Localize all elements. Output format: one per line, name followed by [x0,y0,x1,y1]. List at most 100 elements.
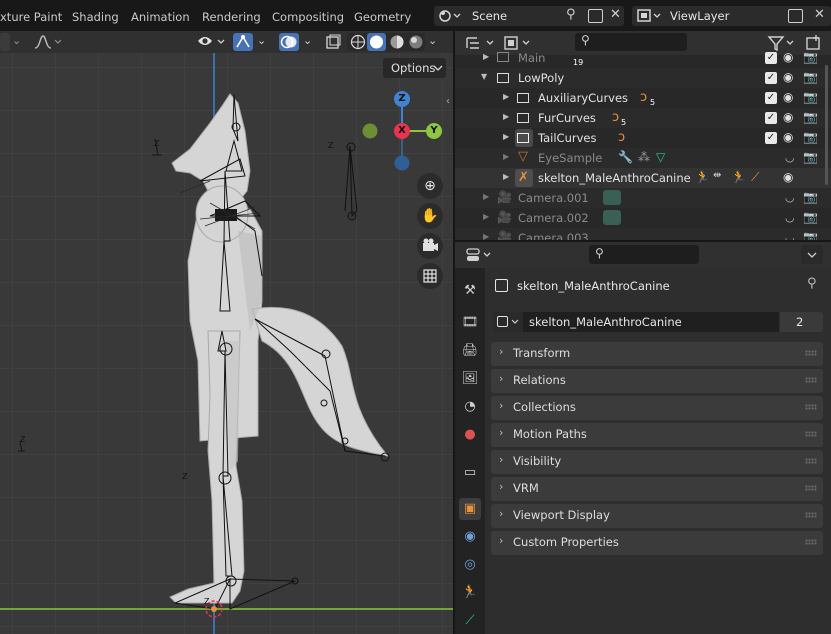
camera-icon[interactable]: 📷 [803,50,818,64]
object-datablock-selector[interactable]: skelton_MaleAnthroCanine 2 [493,312,823,332]
panel-custom-properties[interactable]: › Custom Properties [491,531,823,555]
expand-icon[interactable]: ▶ [503,172,509,181]
3d-viewport[interactable]: ⌄ ⌄ ⌄ ⌄ Options Z Z Z Z Z Z X Y ⊕ ✋ ‹ [0,31,453,634]
eye-icon[interactable]: ◉ [783,170,793,184]
expand-icon[interactable]: ▶ [503,132,509,141]
drag-handle-icon[interactable] [805,350,817,356]
world-tab-icon[interactable]: ● [459,424,481,446]
close-icon[interactable]: ✕ [610,7,621,22]
camera-icon[interactable]: 📷 [803,70,818,84]
outliner-row-main[interactable]: ▶ Main 19 ✓ ◉ 📷 [455,48,831,68]
scene-tab-icon[interactable]: ◔ [459,396,481,418]
scene-selector[interactable]: Scene ⚲ ✕ [434,6,624,26]
panel-transform[interactable]: › Transform [491,342,823,366]
panel-collections[interactable]: › Collections [491,396,823,420]
view-layer-selector[interactable]: ViewLayer ✕ [632,6,831,26]
drag-handle-icon[interactable] [805,431,817,437]
output-tab-icon[interactable]: 🖨 [459,340,481,362]
camera-icon[interactable]: 📷 [803,110,818,124]
camera-icon[interactable]: 📷 [803,90,818,104]
eye-icon[interactable]: ◉ [783,90,793,104]
outliner-row-lowpoly[interactable]: ▼ LowPoly ✓ ◉ 📷 [455,68,831,88]
drag-handle-icon[interactable] [805,404,817,410]
eye-icon[interactable]: ◉ [783,130,793,144]
eye-icon[interactable]: ◉ [783,70,793,84]
expand-icon[interactable]: ▶ [483,232,489,240]
tab-texture-paint[interactable]: xture Paint [0,8,62,26]
eye-closed-icon[interactable]: ◡ [785,211,795,224]
outliner-row-skelton[interactable]: ▶ ✗ skelton_MaleAnthroCanine 🏃 ⇹ 🏃 ⟋ ◉ [455,168,831,188]
camera-icon[interactable]: 📷 [803,230,818,240]
new-scene-icon[interactable] [588,9,603,23]
scene-name[interactable]: Scene [472,9,507,23]
object-name-field[interactable]: skelton_MaleAnthroCanine [523,312,779,332]
outliner[interactable]: ⚲ ▶ Main 19 ✓ ◉ 📷 ▼ LowPoly ✓ ◉ 📷 ▶ Auxi… [455,31,831,240]
gizmo-z-axis[interactable]: Z [394,91,410,107]
outliner-row-camera-002[interactable]: ▶ 🎥 Camera.002 ◡ 📷 [455,208,831,228]
tab-geometry-nodes[interactable]: Geometry Noc [354,8,428,26]
drag-handle-icon[interactable] [805,377,817,383]
panel-viewport-display[interactable]: › Viewport Display [491,504,823,528]
outliner-row-camera-003[interactable]: ▶ 🎥 Camera.003 ◡ 📷 [455,228,831,240]
object-browse-button[interactable] [493,312,523,332]
checkbox[interactable]: ✓ [765,92,777,104]
panel-vrm[interactable]: › VRM [491,477,823,501]
expand-icon[interactable]: ▶ [483,192,489,201]
options-dropdown[interactable] [801,245,823,264]
expand-icon[interactable]: ▶ [483,212,489,221]
properties-editor[interactable]: ⚲ ⚒ 🎞 🖨 🖼 ◔ ● ▭ ▣ ◉ ◎ 🏃 ⟋ skelton_MaleAn… [455,242,831,634]
camera-icon[interactable]: 📷 [803,150,818,164]
drag-handle-icon[interactable] [805,539,817,545]
object-data-tab-icon[interactable]: 🏃 [459,582,481,604]
eye-icon[interactable]: ◉ [783,110,793,124]
tab-animation[interactable]: Animation [131,8,190,26]
view-layer-tab-icon[interactable]: 🖼 [459,368,481,390]
checkbox[interactable]: ✓ [765,112,777,124]
object-tab-icon[interactable]: ▣ [459,498,481,520]
tab-rendering[interactable]: Rendering [202,8,261,26]
camera-icon[interactable]: 📷 [803,190,818,204]
eye-closed-icon[interactable]: ◡ [785,191,795,204]
tab-compositing[interactable]: Compositing [272,8,344,26]
user-count-button[interactable]: 2 [780,312,823,332]
panel-motion-paths[interactable]: › Motion Paths [491,423,823,447]
camera-icon[interactable]: 📷 [803,210,818,224]
outliner-row-auxiliarycurves[interactable]: ▶ AuxiliaryCurves ↄ 5 ✓ ◉ 📷 [455,88,831,108]
expand-icon[interactable]: ▶ [483,52,489,61]
checkbox[interactable]: ✓ [765,132,777,144]
sidebar-toggle-icon[interactable]: ‹ [446,96,450,107]
eye-icon[interactable]: ◉ [783,50,793,64]
collection-tab-icon[interactable]: ▭ [459,462,481,484]
pan-hand-icon[interactable]: ✋ [417,203,443,229]
outliner-row-eyesample[interactable]: ▶ ▽ EyeSample 🔧 ⁂ ▽ ◡ 📷 [455,148,831,168]
gizmo-y-axis[interactable]: Y [426,123,442,139]
render-tab-icon[interactable]: 🎞 [459,312,481,334]
outliner-scrollbar[interactable] [825,65,828,185]
pin-icon[interactable]: ⚲ [566,7,576,22]
outliner-row-tailcurves[interactable]: ▶ TailCurves ↄ ✓ ◉ 📷 [455,128,831,148]
editor-type-icon[interactable] [465,247,495,263]
bone-tab-icon[interactable]: ⟋ [459,610,481,632]
checkbox[interactable]: ✓ [765,72,777,84]
pin-icon[interactable]: ⚲ [807,276,817,291]
expand-icon[interactable]: ▶ [503,112,509,121]
eye-closed-icon[interactable]: ◡ [785,231,795,240]
camera-view-icon[interactable] [417,233,443,259]
drag-handle-icon[interactable] [805,485,817,491]
new-view-layer-icon[interactable] [788,9,803,23]
tool-tab-icon[interactable]: ⚒ [459,280,481,302]
panel-relations[interactable]: › Relations [491,369,823,393]
expand-icon[interactable]: ▶ [503,92,509,101]
drag-handle-icon[interactable] [805,458,817,464]
outliner-row-camera-001[interactable]: ▶ 🎥 Camera.001 ◡ 📷 [455,188,831,208]
ortho-grid-icon[interactable] [417,263,443,289]
panel-visibility[interactable]: › Visibility [491,450,823,474]
gizmo-x-axis[interactable]: X [394,123,410,139]
modifier-tab-icon[interactable]: ◉ [459,526,481,548]
properties-search-input[interactable]: ⚲ [589,245,699,264]
collapse-icon[interactable]: ▼ [481,72,487,81]
outliner-row-furcurves[interactable]: ▶ FurCurves ↄ 5 ✓ ◉ 📷 [455,108,831,128]
drag-handle-icon[interactable] [805,512,817,518]
tab-shading[interactable]: Shading [72,8,119,26]
eye-closed-icon[interactable]: ◡ [785,151,795,164]
